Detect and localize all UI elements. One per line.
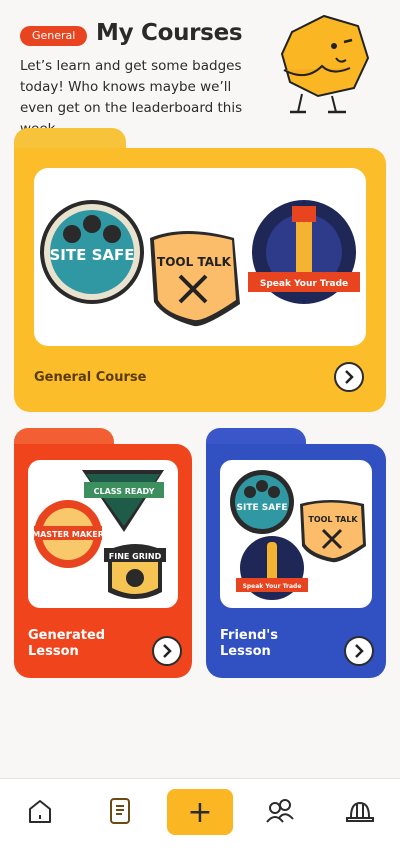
chevron-right-icon	[355, 644, 364, 658]
friends-lesson-arrow-button[interactable]	[344, 636, 374, 666]
site-safe-badge-small: SITE SAFE	[230, 470, 294, 534]
generated-label-line1: Generated	[28, 628, 106, 643]
friends-label-line1: Friend's	[220, 628, 279, 643]
mascot-illustration	[280, 14, 370, 114]
speak-your-trade-badge-small: Speak Your Trade	[236, 536, 308, 600]
general-badges-illustration: SITE SAFE TOOL TALK Speak Your Trade	[40, 200, 360, 327]
category-tag[interactable]: General	[20, 26, 88, 46]
chevron-right-icon	[163, 644, 172, 658]
master-maker-badge: MASTER MAKER	[32, 500, 104, 568]
speak-your-trade-text: Speak Your Trade	[260, 279, 348, 289]
nav-profile[interactable]	[340, 791, 380, 831]
general-badges-panel: SITE SAFE TOOL TALK Speak Your Trade	[34, 168, 366, 346]
friends-lesson-card[interactable]: SITE SAFE TOOL TALK Speak Your Trade Fri…	[206, 444, 386, 678]
generated-lesson-card[interactable]: CLASS READY MASTER MAKER FINE GRIND Gene…	[14, 444, 192, 678]
friends-lesson-label: Friend's Lesson	[220, 628, 330, 660]
book-icon	[110, 798, 130, 824]
friends-badges-illustration: SITE SAFE TOOL TALK Speak Your Trade	[230, 470, 366, 600]
tool-talk-small-text: TOOL TALK	[308, 515, 358, 524]
nav-friends[interactable]	[260, 791, 300, 831]
home-icon	[29, 800, 51, 823]
tool-talk-badge-small: TOOL TALK	[300, 500, 366, 563]
generated-badges-illustration: CLASS READY MASTER MAKER FINE GRIND	[32, 470, 166, 599]
fine-grind-text: FINE GRIND	[109, 552, 162, 561]
site-safe-small-text: SITE SAFE	[237, 503, 288, 513]
nav-home[interactable]	[20, 791, 60, 831]
chevron-right-icon	[345, 370, 354, 384]
friends-badges-panel: SITE SAFE TOOL TALK Speak Your Trade	[220, 460, 372, 608]
tool-talk-text: TOOL TALK	[157, 255, 232, 269]
add-button[interactable]: +	[167, 789, 233, 835]
general-course-label: General Course	[34, 370, 147, 385]
generated-lesson-arrow-button[interactable]	[152, 636, 182, 666]
generated-badges-panel: CLASS READY MASTER MAKER FINE GRIND	[28, 460, 178, 608]
plus-icon: +	[187, 794, 213, 830]
class-ready-text: CLASS READY	[94, 487, 155, 496]
general-course-card[interactable]: SITE SAFE TOOL TALK Speak Your Trade Gen…	[14, 148, 386, 412]
site-safe-badge: SITE SAFE	[40, 200, 144, 304]
friends-label-line2: Lesson	[220, 644, 271, 659]
nav-courses[interactable]	[100, 791, 140, 831]
bottom-nav: +	[0, 778, 400, 853]
master-maker-text: MASTER MAKER	[32, 530, 104, 539]
tool-talk-badge: TOOL TALK	[150, 231, 240, 327]
my-courses-screen: General My Courses Let’s learn and get s…	[0, 0, 400, 853]
site-safe-text: SITE SAFE	[50, 246, 135, 264]
page-title: My Courses	[96, 20, 243, 46]
speak-your-trade-small-text: Speak Your Trade	[243, 583, 302, 590]
hardhat-icon	[346, 801, 374, 822]
speak-your-trade-badge: Speak Your Trade	[248, 200, 360, 304]
generated-label-line2: Lesson	[28, 644, 79, 659]
people-icon	[266, 799, 294, 823]
general-course-arrow-button[interactable]	[334, 362, 364, 392]
fine-grind-badge: FINE GRIND	[104, 544, 166, 599]
generated-lesson-label: Generated Lesson	[28, 628, 138, 660]
